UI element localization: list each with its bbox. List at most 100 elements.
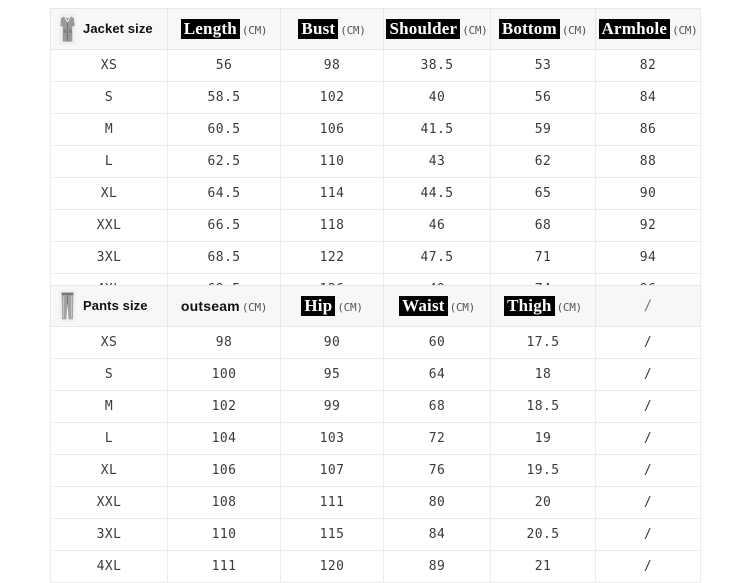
size-cell: L xyxy=(50,422,168,455)
size-cell: 3XL xyxy=(50,518,168,551)
measurement-cell: 62.5 xyxy=(167,145,281,178)
measurement-cell: 94 xyxy=(595,241,701,274)
column-header-unit: (CM) xyxy=(462,24,488,37)
measurement-cell: 20.5 xyxy=(490,518,596,551)
column-header-unit: (CM) xyxy=(449,301,476,314)
measurement-cell: 99 xyxy=(280,390,384,423)
table-row: 3XL 68.5 122 47.5 71 94 xyxy=(50,241,701,274)
measurement-cell: 41.5 xyxy=(383,113,491,146)
measurement-cell: 86 xyxy=(595,113,701,146)
measurement-cell: 111 xyxy=(280,486,384,519)
table-row: L 62.5 110 43 62 88 xyxy=(50,145,701,178)
column-header-label: outseam xyxy=(180,297,240,314)
size-cell: 4XL xyxy=(50,550,168,583)
measurement-cell: 56 xyxy=(490,81,596,114)
measurement-cell: 68 xyxy=(490,209,596,242)
size-cell: S xyxy=(50,81,168,114)
measurement-cell: 53 xyxy=(490,49,596,82)
column-header-unit: (CM) xyxy=(556,301,583,314)
measurement-cell: 92 xyxy=(595,209,701,242)
table-row: XL 106 107 76 19.5/ xyxy=(50,454,701,487)
table-row: M 60.5 106 41.5 59 86 xyxy=(50,113,701,146)
pants-table-body: XS 98 90 60 17.5/S 100 95 64 18/M 102 99 68 18.5/L 10… xyxy=(50,326,701,583)
column-header-length: Length (CM) xyxy=(167,8,281,50)
measurement-cell: 84 xyxy=(595,81,701,114)
measurement-cell: 98 xyxy=(167,326,281,359)
column-header-label: Bottom xyxy=(498,19,560,39)
measurement-cell: 68.5 xyxy=(167,241,281,274)
measurement-cell: 64.5 xyxy=(167,177,281,210)
jacket-size-table: Jacket size Length (CM) Bust (CM) Shoulder (CM… xyxy=(50,8,701,306)
measurement-cell: 89 xyxy=(383,550,491,583)
measurement-cell: 108 xyxy=(167,486,281,519)
size-cell: 3XL xyxy=(50,241,168,274)
measurement-cell: 43 xyxy=(383,145,491,178)
category-label: Jacket size xyxy=(83,21,153,36)
column-header-unit: (CM) xyxy=(241,24,268,37)
measurement-cell: / xyxy=(595,454,701,487)
column-header-shoulder: Shoulder (CM) xyxy=(383,8,491,50)
table-row: M 102 99 68 18.5/ xyxy=(50,390,701,423)
measurement-cell: 120 xyxy=(280,550,384,583)
jacket-table-body: XS 56 98 38.5 53 82 S 58.5 102 40 56 84 M 60.5 106 41.5… xyxy=(50,49,701,306)
measurement-cell: 80 xyxy=(383,486,491,519)
measurement-cell: 90 xyxy=(595,177,701,210)
measurement-cell: / xyxy=(595,422,701,455)
table-header-row: Pants size outseam (CM) Hip (CM) Waist (CM) Thi… xyxy=(50,285,701,327)
column-header-armhole: Armhole (CM) xyxy=(595,8,701,50)
measurement-cell: / xyxy=(595,550,701,583)
measurement-cell: 18 xyxy=(490,358,596,391)
measurement-cell: 68 xyxy=(383,390,491,423)
column-header-unit: (CM) xyxy=(340,24,366,37)
table-row: XL 64.5 114 44.5 65 90 xyxy=(50,177,701,210)
measurement-cell: / xyxy=(595,390,701,423)
measurement-cell: 72 xyxy=(383,422,491,455)
column-header-unit: (CM) xyxy=(561,24,588,37)
size-cell: M xyxy=(50,113,168,146)
column-header-label: Shoulder xyxy=(386,19,461,39)
size-cell: XL xyxy=(50,177,168,210)
measurement-cell: 104 xyxy=(167,422,281,455)
measurement-cell: 71 xyxy=(490,241,596,274)
jacket-icon xyxy=(59,13,76,45)
measurement-cell: 64 xyxy=(383,358,491,391)
pants-table-header: Pants size outseam (CM) Hip (CM) Waist (CM) Thi… xyxy=(50,285,701,327)
measurement-cell: 46 xyxy=(383,209,491,242)
size-cell: XS xyxy=(50,326,168,359)
table-row: S 100 95 64 18/ xyxy=(50,358,701,391)
column-header-unit: (CM) xyxy=(241,300,268,314)
measurement-cell: 122 xyxy=(280,241,384,274)
measurement-cell: 18.5 xyxy=(490,390,596,423)
table-row: XXL 108 111 80 20/ xyxy=(50,486,701,519)
measurement-cell: 65 xyxy=(490,177,596,210)
measurement-cell: 58.5 xyxy=(167,81,281,114)
size-cell: XXL xyxy=(50,209,168,242)
table-row: 4XL 111 120 89 21/ xyxy=(50,550,701,583)
column-header-label: Length xyxy=(180,19,240,39)
pants-size-table: Pants size outseam (CM) Hip (CM) Waist (CM) Thi… xyxy=(50,285,701,583)
measurement-cell: 102 xyxy=(167,390,281,423)
table-header-row: Jacket size Length (CM) Bust (CM) Shoulder (CM… xyxy=(50,8,701,50)
measurement-cell: 19.5 xyxy=(490,454,596,487)
measurement-cell: 110 xyxy=(167,518,281,551)
column-header-waist: Waist (CM) xyxy=(383,285,491,327)
measurement-cell: 102 xyxy=(280,81,384,114)
size-chart-page: Jacket size Length (CM) Bust (CM) Shoulder (CM… xyxy=(0,0,750,583)
measurement-cell: 88 xyxy=(595,145,701,178)
measurement-cell: 60.5 xyxy=(167,113,281,146)
measurement-cell: 17.5 xyxy=(490,326,596,359)
column-header-thigh: Thigh (CM) xyxy=(490,285,596,327)
measurement-cell: 100 xyxy=(167,358,281,391)
measurement-cell: / xyxy=(595,518,701,551)
measurement-cell: 47.5 xyxy=(383,241,491,274)
table-row: S 58.5 102 40 56 84 xyxy=(50,81,701,114)
measurement-cell: 90 xyxy=(280,326,384,359)
measurement-cell: 111 xyxy=(167,550,281,583)
column-header-label: Hip xyxy=(301,296,336,316)
column-header-label: Thigh xyxy=(504,296,555,316)
size-cell: XS xyxy=(50,49,168,82)
measurement-cell: 95 xyxy=(280,358,384,391)
measurement-cell: 60 xyxy=(383,326,491,359)
category-header-cell: Jacket size xyxy=(50,8,168,50)
measurement-cell: 44.5 xyxy=(383,177,491,210)
